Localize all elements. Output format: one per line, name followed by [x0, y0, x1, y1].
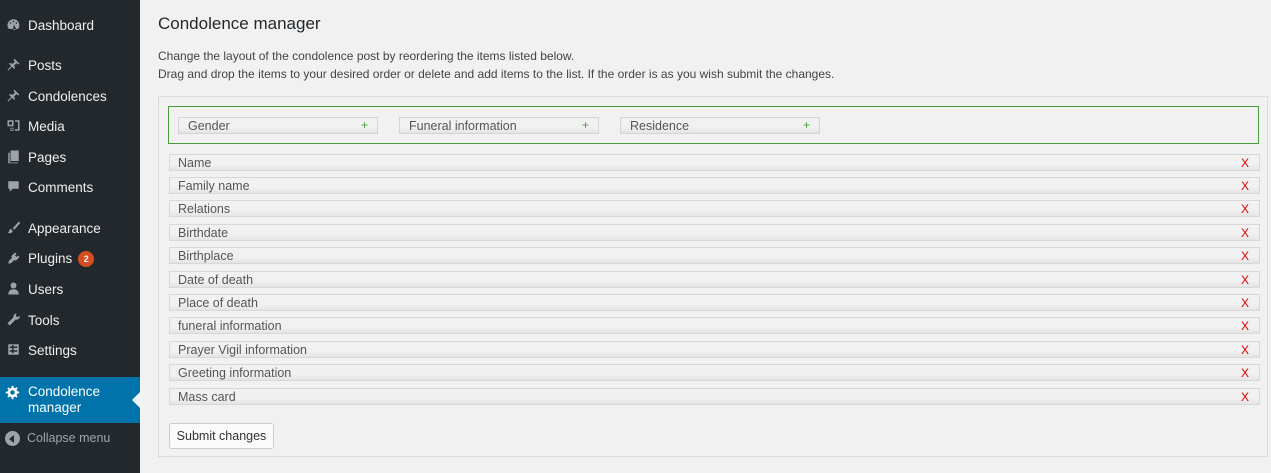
collapse-icon — [5, 431, 20, 446]
plugins-label: Plugins — [28, 250, 73, 266]
current-menu-arrow — [132, 392, 140, 408]
sidebar-item-label: Condolence manager — [28, 384, 101, 415]
sidebar-item-plugins[interactable]: Plugins 2 — [0, 244, 140, 274]
item-label: Mass card — [178, 390, 236, 404]
sidebar-item-settings[interactable]: Settings — [0, 335, 140, 365]
brush-icon — [5, 219, 21, 235]
dashboard-icon — [5, 16, 21, 32]
comment-icon — [5, 178, 21, 194]
sidebar-item-pages[interactable]: Pages — [0, 142, 140, 172]
sidebar-item-condolences[interactable]: Condolences — [0, 81, 140, 111]
item-label: Prayer Vigil information — [178, 343, 307, 357]
item-label: Name — [178, 156, 212, 170]
ordered-item-row[interactable]: Greeting information X — [169, 364, 1260, 381]
collapse-menu-button[interactable]: Collapse menu — [0, 425, 140, 453]
available-item-funeral-information[interactable]: Funeral information + — [399, 117, 599, 134]
item-label: Residence — [630, 119, 690, 133]
sidebar-item-label: Pages — [28, 149, 67, 165]
sidebar-item-media[interactable]: Media — [0, 111, 140, 141]
page-description-line-1: Change the layout of the condolence post… — [158, 49, 575, 63]
collapse-menu-label: Collapse menu — [27, 431, 111, 445]
sidebar-item-condolence-manager[interactable]: Condolence manager — [0, 377, 140, 423]
add-item-button[interactable]: + — [803, 118, 810, 132]
sidebar-item-label: Users — [28, 281, 64, 297]
page-title: Condolence manager — [158, 14, 321, 33]
ordered-item-row[interactable]: Relations X — [169, 200, 1260, 217]
update-count-badge: 2 — [78, 251, 95, 268]
page-description-line-2: Drag and drop the items to your desired … — [158, 67, 835, 81]
pin-icon — [5, 87, 21, 103]
item-label: Funeral information — [409, 119, 517, 133]
delete-item-button[interactable]: X — [1241, 156, 1249, 170]
item-label: Greeting information — [178, 366, 292, 380]
available-item-gender[interactable]: Gender + — [178, 117, 378, 134]
wrench-icon — [5, 311, 21, 327]
sidebar-item-posts[interactable]: Posts — [0, 50, 140, 80]
admin-sidebar: Dashboard Posts Condolences Media Pages … — [0, 0, 140, 473]
pages-icon — [5, 148, 21, 164]
add-item-button[interactable]: + — [582, 118, 589, 132]
ordered-item-row[interactable]: Birthdate X — [169, 224, 1260, 241]
item-label: Relations — [178, 202, 231, 216]
delete-item-button[interactable]: X — [1241, 202, 1249, 216]
delete-item-button[interactable]: X — [1241, 296, 1249, 310]
item-label: Gender — [188, 119, 230, 133]
ordered-item-row[interactable]: funeral information X — [169, 317, 1260, 334]
pin-icon — [5, 56, 21, 72]
sidebar-item-label: Comments — [28, 179, 94, 195]
sidebar-item-label: Posts — [28, 57, 62, 73]
sidebar-item-label: Dashboard — [28, 17, 95, 33]
sidebar-item-comments[interactable]: Comments — [0, 172, 140, 202]
ordered-item-row[interactable]: Birthplace X — [169, 247, 1260, 264]
sidebar-item-label: Condolences — [28, 88, 107, 104]
plugin-icon — [5, 250, 21, 266]
item-label: Birthdate — [178, 226, 229, 240]
available-item-residence[interactable]: Residence + — [620, 117, 820, 134]
sidebar-item-label: Tools — [28, 312, 60, 328]
ordered-item-row[interactable]: Prayer Vigil information X — [169, 341, 1260, 358]
media-icon — [5, 117, 21, 133]
sidebar-item-label: Settings — [28, 342, 77, 358]
sidebar-item-label: Appearance — [28, 220, 101, 236]
item-label: Birthplace — [178, 249, 234, 263]
sidebar-item-dashboard[interactable]: Dashboard — [0, 10, 140, 40]
delete-item-button[interactable]: X — [1241, 249, 1249, 263]
sidebar-item-label: Plugins 2 — [28, 250, 95, 268]
item-label: Place of death — [178, 296, 258, 310]
delete-item-button[interactable]: X — [1241, 319, 1249, 333]
add-item-button[interactable]: + — [361, 118, 368, 132]
delete-item-button[interactable]: X — [1241, 390, 1249, 404]
item-label: Family name — [178, 179, 250, 193]
item-label: funeral information — [178, 319, 282, 333]
submit-changes-button[interactable]: Submit changes — [169, 423, 274, 449]
delete-item-button[interactable]: X — [1241, 273, 1249, 287]
user-icon — [5, 280, 21, 296]
sidebar-item-users[interactable]: Users — [0, 274, 140, 304]
ordered-item-row[interactable]: Date of death X — [169, 271, 1260, 288]
delete-item-button[interactable]: X — [1241, 179, 1249, 193]
ordered-item-row[interactable]: Family name X — [169, 177, 1260, 194]
sidebar-item-appearance[interactable]: Appearance — [0, 213, 140, 243]
delete-item-button[interactable]: X — [1241, 226, 1249, 240]
ordered-item-row[interactable]: Mass card X — [169, 388, 1260, 405]
delete-item-button[interactable]: X — [1241, 343, 1249, 357]
sidebar-item-label: Media — [28, 118, 65, 134]
item-label: Date of death — [178, 273, 254, 287]
sidebar-item-tools[interactable]: Tools — [0, 305, 140, 335]
gear-icon — [5, 385, 21, 401]
ordered-item-row[interactable]: Name X — [169, 154, 1260, 171]
ordered-item-row[interactable]: Place of death X — [169, 294, 1260, 311]
delete-item-button[interactable]: X — [1241, 366, 1249, 380]
settings-icon — [5, 341, 21, 357]
